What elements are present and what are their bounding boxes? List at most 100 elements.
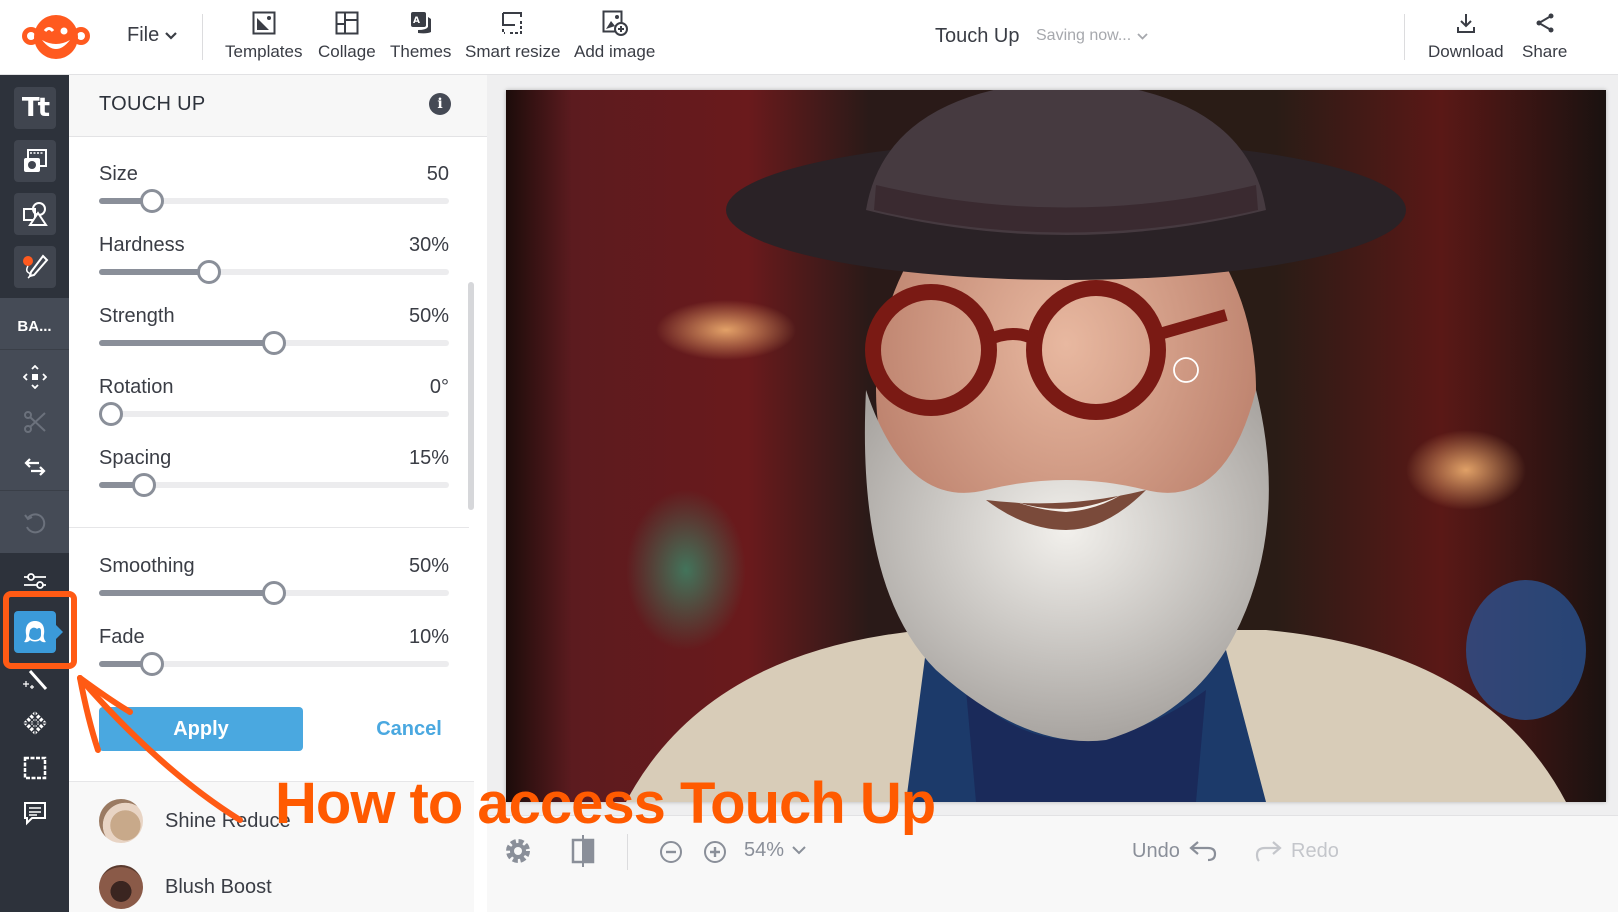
slider-value: 0° — [429, 376, 449, 398]
zoom-level-dropdown[interactable]: 54% — [744, 839, 806, 862]
sliders-icon — [24, 573, 46, 589]
save-status[interactable]: Saving now... — [1036, 27, 1148, 45]
frame-stamp-icon — [23, 756, 47, 780]
toolbar-divider — [1404, 14, 1405, 60]
picmonkey-logo[interactable] — [20, 12, 92, 62]
file-menu[interactable]: File — [127, 24, 178, 47]
slider-label: Size — [99, 163, 138, 185]
tutorial-caption: How to access Touch Up — [275, 771, 936, 836]
smart-resize-label: Smart resize — [465, 42, 561, 61]
download-label: Download — [1428, 42, 1504, 61]
canvas-settings-button[interactable] — [503, 836, 533, 866]
slider-track[interactable] — [99, 581, 449, 605]
shapes-tool-button[interactable] — [14, 193, 56, 235]
slider-handle[interactable] — [139, 189, 164, 213]
effect-item-blush-boost[interactable]: Blush Boost — [99, 862, 272, 912]
slider-value: 50% — [408, 555, 449, 577]
panel-scrollbar[interactable] — [468, 282, 474, 510]
comments-tool-button[interactable] — [14, 792, 56, 834]
slider-track[interactable] — [99, 402, 449, 426]
add-image-button[interactable]: Add image — [574, 8, 655, 62]
panel-title: TOUCH UP — [99, 93, 206, 115]
undo-button[interactable]: Undo — [1132, 839, 1218, 863]
add-image-label: Add image — [574, 42, 656, 61]
top-toolbar: File Templates Collage A Themes Smart re… — [0, 0, 1618, 75]
slider-track[interactable] — [99, 652, 449, 676]
redo-button[interactable]: Redo — [1253, 839, 1339, 863]
zoom-level: 54% — [744, 839, 785, 861]
slider-track[interactable] — [99, 331, 449, 355]
slider-value: 10% — [408, 626, 449, 648]
slider-track[interactable] — [99, 189, 449, 213]
rail-divider — [0, 490, 69, 491]
slider-handle[interactable] — [196, 260, 221, 284]
add-image-icon — [600, 8, 630, 38]
slider-value: 15% — [408, 447, 449, 469]
flip-arrows-icon — [24, 458, 46, 476]
slider-smoothing: Smoothing 50% — [99, 555, 449, 615]
scissors-icon — [24, 411, 46, 433]
slider-fill — [99, 269, 209, 275]
themes-button[interactable]: A Themes — [390, 8, 451, 62]
slider-track[interactable] — [99, 473, 449, 497]
templates-button[interactable]: Templates — [225, 8, 302, 62]
compare-split-icon — [571, 835, 595, 867]
photo-canvas[interactable] — [506, 90, 1606, 802]
rotate-undo-button[interactable] — [14, 503, 56, 545]
toolbar-divider — [202, 14, 203, 60]
tool-rail: Tt BA... — [0, 75, 69, 912]
graphics-tool-button[interactable] — [14, 140, 56, 182]
svg-text:A: A — [413, 16, 420, 26]
panel-header: TOUCH UP i — [69, 75, 487, 137]
slider-strength: Strength 50% — [99, 305, 449, 365]
share-label: Share — [1522, 42, 1568, 61]
flip-tool-button[interactable] — [14, 446, 56, 488]
chevron-down-icon — [1137, 32, 1148, 40]
graphics-camera-icon — [24, 149, 47, 172]
zoom-in-button[interactable] — [703, 840, 727, 864]
chevron-down-icon — [165, 31, 178, 40]
draw-tool-button[interactable] — [14, 246, 56, 288]
frames-tool-button[interactable] — [14, 747, 56, 789]
slider-hardness: Hardness 30% — [99, 234, 449, 294]
basics-section-label[interactable]: BA... — [0, 318, 69, 335]
undo-arrow-icon — [1189, 841, 1216, 862]
zoom-out-icon — [660, 841, 682, 863]
collage-button[interactable]: Collage — [318, 8, 376, 62]
download-button[interactable]: Download — [1428, 8, 1504, 62]
slider-value: 50 — [426, 163, 449, 185]
cut-tool-button[interactable] — [14, 401, 56, 443]
slider-handle[interactable] — [99, 402, 123, 426]
smart-resize-icon — [498, 8, 528, 38]
rotate-icon — [24, 513, 46, 534]
slider-handle[interactable] — [131, 473, 156, 497]
cancel-button[interactable]: Cancel — [339, 707, 479, 751]
redo-arrow-icon — [1255, 841, 1282, 862]
templates-label: Templates — [225, 42, 303, 61]
slider-handle[interactable] — [262, 331, 286, 355]
comment-icon — [24, 802, 46, 826]
slider-track[interactable] — [99, 260, 449, 284]
effect-name: Blush Boost — [165, 875, 272, 898]
touch-up-highlight-box — [3, 591, 77, 669]
share-button[interactable]: Share — [1522, 8, 1567, 62]
slider-handle[interactable] — [262, 581, 286, 605]
text-tool-button[interactable]: Tt — [14, 87, 56, 129]
info-icon[interactable]: i — [429, 93, 451, 115]
text-tool-icon: Tt — [21, 93, 50, 123]
slider-spacing: Spacing 15% — [99, 447, 449, 507]
textures-tool-button[interactable] — [14, 702, 56, 744]
portrait-photo — [506, 90, 1606, 802]
slider-label: Fade — [99, 626, 145, 648]
transform-tool-button[interactable] — [14, 356, 56, 398]
slider-label: Smoothing — [99, 555, 195, 577]
document-title[interactable]: Touch Up — [935, 25, 1020, 48]
shapes-icon — [23, 202, 48, 226]
zoom-out-button[interactable] — [659, 840, 683, 864]
chevron-down-icon — [792, 846, 806, 855]
file-menu-label: File — [127, 24, 160, 46]
smart-resize-button[interactable]: Smart resize — [465, 8, 560, 62]
zoom-in-icon — [704, 841, 726, 863]
slider-fill — [99, 590, 274, 596]
compare-button[interactable] — [571, 834, 595, 868]
